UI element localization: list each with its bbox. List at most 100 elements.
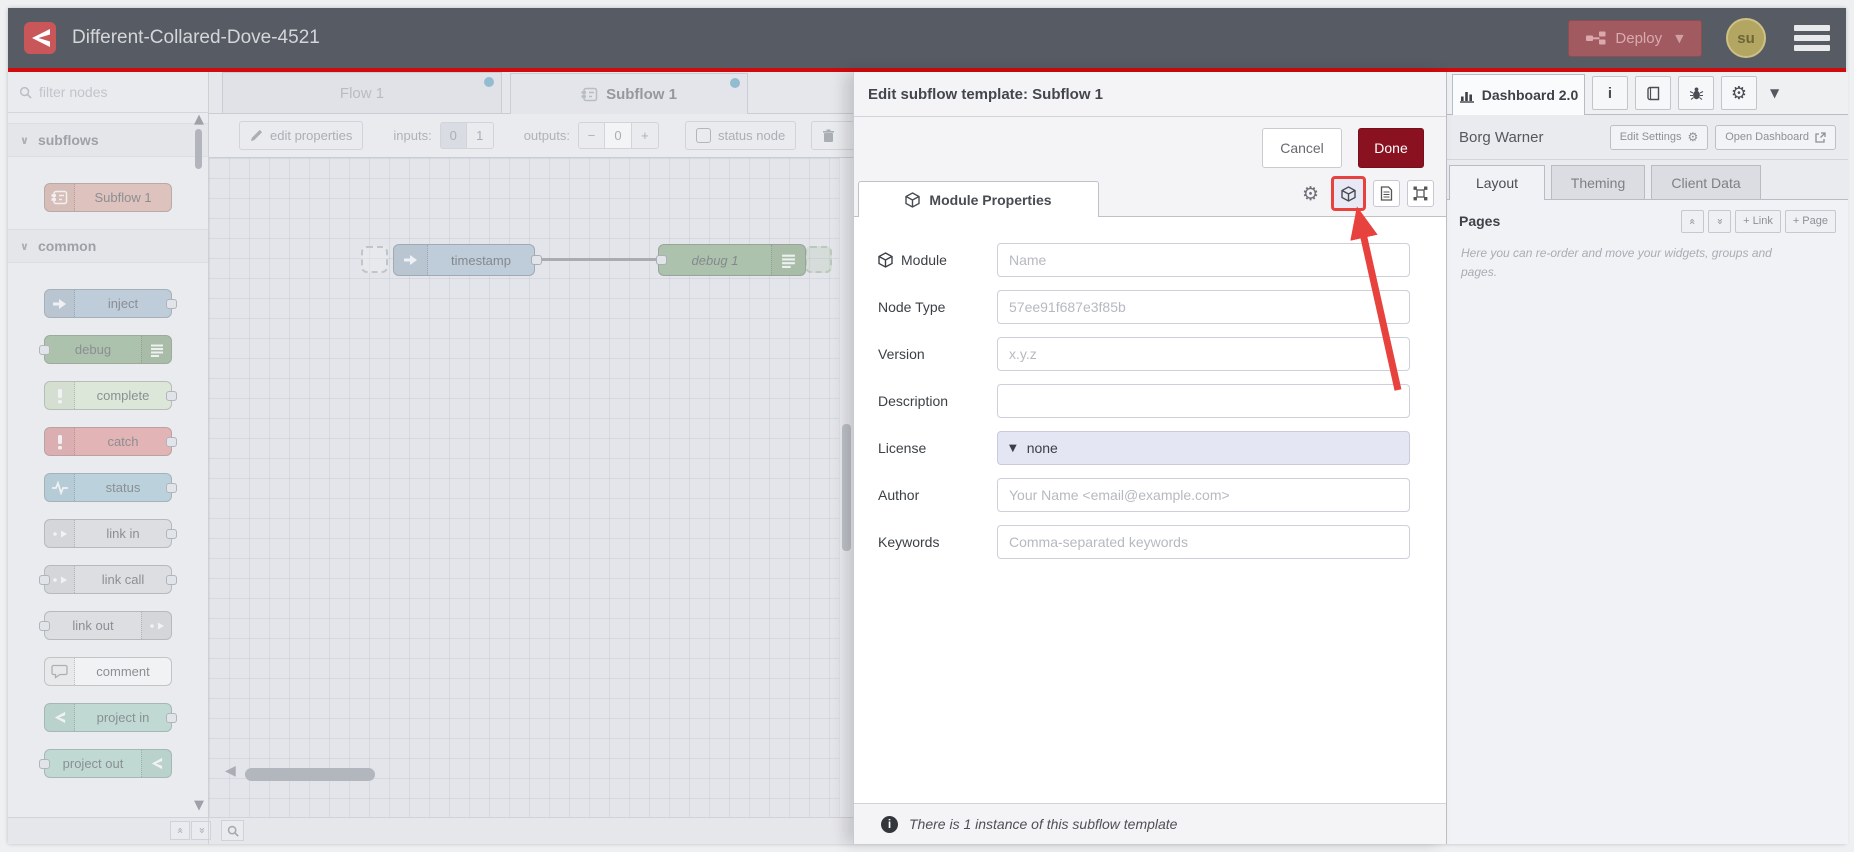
output-port[interactable]: [166, 529, 177, 539]
debug-input-port[interactable]: [656, 255, 667, 265]
palette-node-label: catch: [107, 434, 139, 449]
wire[interactable]: [539, 258, 664, 261]
output-port[interactable]: [166, 437, 177, 447]
palette-node-project-in[interactable]: project in: [44, 703, 177, 732]
user-avatar[interactable]: su: [1726, 18, 1766, 58]
tab-subflow-1[interactable]: Subflow 1: [510, 73, 748, 114]
palette-section-common[interactable]: ∨ common: [8, 229, 208, 263]
description-tab-button[interactable]: [1373, 180, 1400, 207]
add-link-button[interactable]: + Link: [1735, 209, 1781, 233]
output-port[interactable]: [166, 391, 177, 401]
field-input-node-type[interactable]: [997, 290, 1410, 324]
field-input-keywords[interactable]: [997, 525, 1410, 559]
field-input-description[interactable]: [997, 384, 1410, 418]
palette-node-project-out[interactable]: project out: [39, 749, 172, 778]
main-menu-icon[interactable]: [1794, 25, 1830, 51]
palette-node-link-call[interactable]: link call: [39, 565, 177, 594]
cancel-button[interactable]: Cancel: [1262, 128, 1342, 168]
tab-theming[interactable]: Theming: [1551, 165, 1645, 199]
palette-node-status[interactable]: status: [44, 473, 177, 502]
field-input-version[interactable]: [997, 337, 1410, 371]
input-port[interactable]: [39, 575, 50, 585]
canvas-scroll-left-icon[interactable]: ◀: [225, 763, 236, 779]
field-input-module[interactable]: [997, 243, 1410, 277]
trash-icon: [822, 129, 835, 143]
edit-settings-button[interactable]: Edit Settings ⚙: [1609, 124, 1709, 150]
move-up-button[interactable]: «: [1681, 209, 1705, 233]
inputs-0-button[interactable]: 0: [439, 122, 467, 149]
palette-node-subflow-1[interactable]: Subflow 1: [44, 183, 172, 212]
field-select-license[interactable]: ▼ none: [997, 431, 1410, 465]
properties-tab-button[interactable]: ⚙: [1297, 180, 1324, 207]
palette-section-subflows[interactable]: ∨ subflows: [8, 123, 208, 157]
workspace-footer: « «: [8, 817, 853, 844]
move-down-button[interactable]: «: [1708, 209, 1732, 233]
tab-dashboard[interactable]: Dashboard 2.0: [1452, 74, 1585, 115]
dashboard-owner-row: Borg Warner Edit Settings ⚙ Open Dashboa…: [1447, 115, 1848, 160]
module-properties-form: Module Node Type Version Description License…: [854, 216, 1446, 803]
tab-flow-1[interactable]: Flow 1: [222, 72, 502, 113]
info-tab-button[interactable]: i: [1592, 76, 1628, 110]
tab-layout[interactable]: Layout: [1449, 165, 1545, 200]
edit-subflow-dialog: Edit subflow template: Subflow 1 Cancel …: [853, 72, 1446, 844]
collapse-all-button[interactable]: «: [170, 821, 190, 840]
outputs-plus-button[interactable]: +: [631, 122, 659, 149]
debug-toggle-button[interactable]: [771, 245, 805, 275]
output-port[interactable]: [166, 299, 177, 309]
subflow-output-ghost[interactable]: [805, 246, 832, 273]
bang-icon: [56, 388, 64, 404]
help-tab-button[interactable]: [1635, 76, 1671, 110]
palette-node-comment[interactable]: comment: [44, 657, 172, 686]
config-tab-button[interactable]: ⚙: [1721, 76, 1757, 110]
status-node-toggle[interactable]: status node: [684, 121, 797, 150]
deploy-label: Deploy: [1615, 29, 1663, 47]
dialog-title: Edit subflow template: Subflow 1: [854, 72, 1446, 117]
delete-subflow-button[interactable]: [811, 121, 853, 150]
canvas-vscrollbar-thumb[interactable]: [842, 424, 851, 551]
palette-node-catch[interactable]: catch: [44, 427, 177, 456]
palette-node-link-in[interactable]: link in: [44, 519, 177, 548]
flow-canvas[interactable]: timestamp debug 1 ◀: [209, 158, 853, 817]
input-port[interactable]: [39, 759, 50, 769]
status-node-checkbox[interactable]: [695, 128, 711, 143]
debug-tab-button[interactable]: [1678, 76, 1714, 110]
palette-node-debug[interactable]: debug: [39, 335, 172, 364]
palette-node-link-out[interactable]: link out: [39, 611, 172, 640]
edit-properties-button[interactable]: edit properties: [239, 121, 364, 150]
node-debug-1[interactable]: debug 1: [658, 244, 806, 276]
palette-node-label: link call: [101, 572, 145, 587]
deploy-caret-icon[interactable]: ▼: [1675, 32, 1683, 45]
inputs-1-button[interactable]: 1: [466, 122, 494, 149]
timestamp-output-port[interactable]: [531, 255, 542, 265]
open-dashboard-button[interactable]: Open Dashboard: [1715, 124, 1836, 150]
zoom-search-button[interactable]: [221, 820, 244, 841]
palette-scrollbar-thumb[interactable]: [195, 129, 202, 169]
deploy-button[interactable]: Deploy ▼: [1568, 19, 1702, 57]
sidebar-menu-caret-icon[interactable]: ▼: [1770, 86, 1779, 100]
module-properties-tab-button[interactable]: [1335, 180, 1362, 207]
palette-node-inject[interactable]: inject: [44, 289, 177, 318]
input-port[interactable]: [39, 621, 50, 631]
palette-node-complete[interactable]: complete: [44, 381, 177, 410]
output-port[interactable]: [166, 713, 177, 723]
done-button[interactable]: Done: [1358, 128, 1424, 168]
tab-client-data[interactable]: Client Data: [1651, 165, 1761, 199]
node-timestamp[interactable]: timestamp: [393, 244, 535, 276]
appearance-tab-button[interactable]: [1407, 180, 1434, 207]
input-port[interactable]: [39, 345, 50, 355]
palette-search[interactable]: filter nodes: [8, 72, 208, 113]
output-port[interactable]: [166, 575, 177, 585]
palette-scroll-down-icon[interactable]: ▼: [194, 798, 204, 813]
magnifier-icon: [227, 825, 239, 837]
subflow-input-ghost[interactable]: [361, 246, 388, 273]
add-page-button[interactable]: + Page: [1784, 209, 1836, 233]
outputs-minus-button[interactable]: −: [577, 122, 605, 149]
logo-icon: [52, 710, 67, 725]
tab-module-properties[interactable]: Module Properties: [858, 181, 1099, 217]
output-port[interactable]: [166, 483, 177, 493]
dialog-footer: i There is 1 instance of this subflow te…: [854, 803, 1446, 844]
book-icon: [1646, 86, 1661, 101]
palette-scroll-up-icon[interactable]: ▲: [194, 112, 204, 127]
canvas-hscrollbar-thumb[interactable]: [245, 768, 375, 781]
field-input-author[interactable]: [997, 478, 1410, 512]
